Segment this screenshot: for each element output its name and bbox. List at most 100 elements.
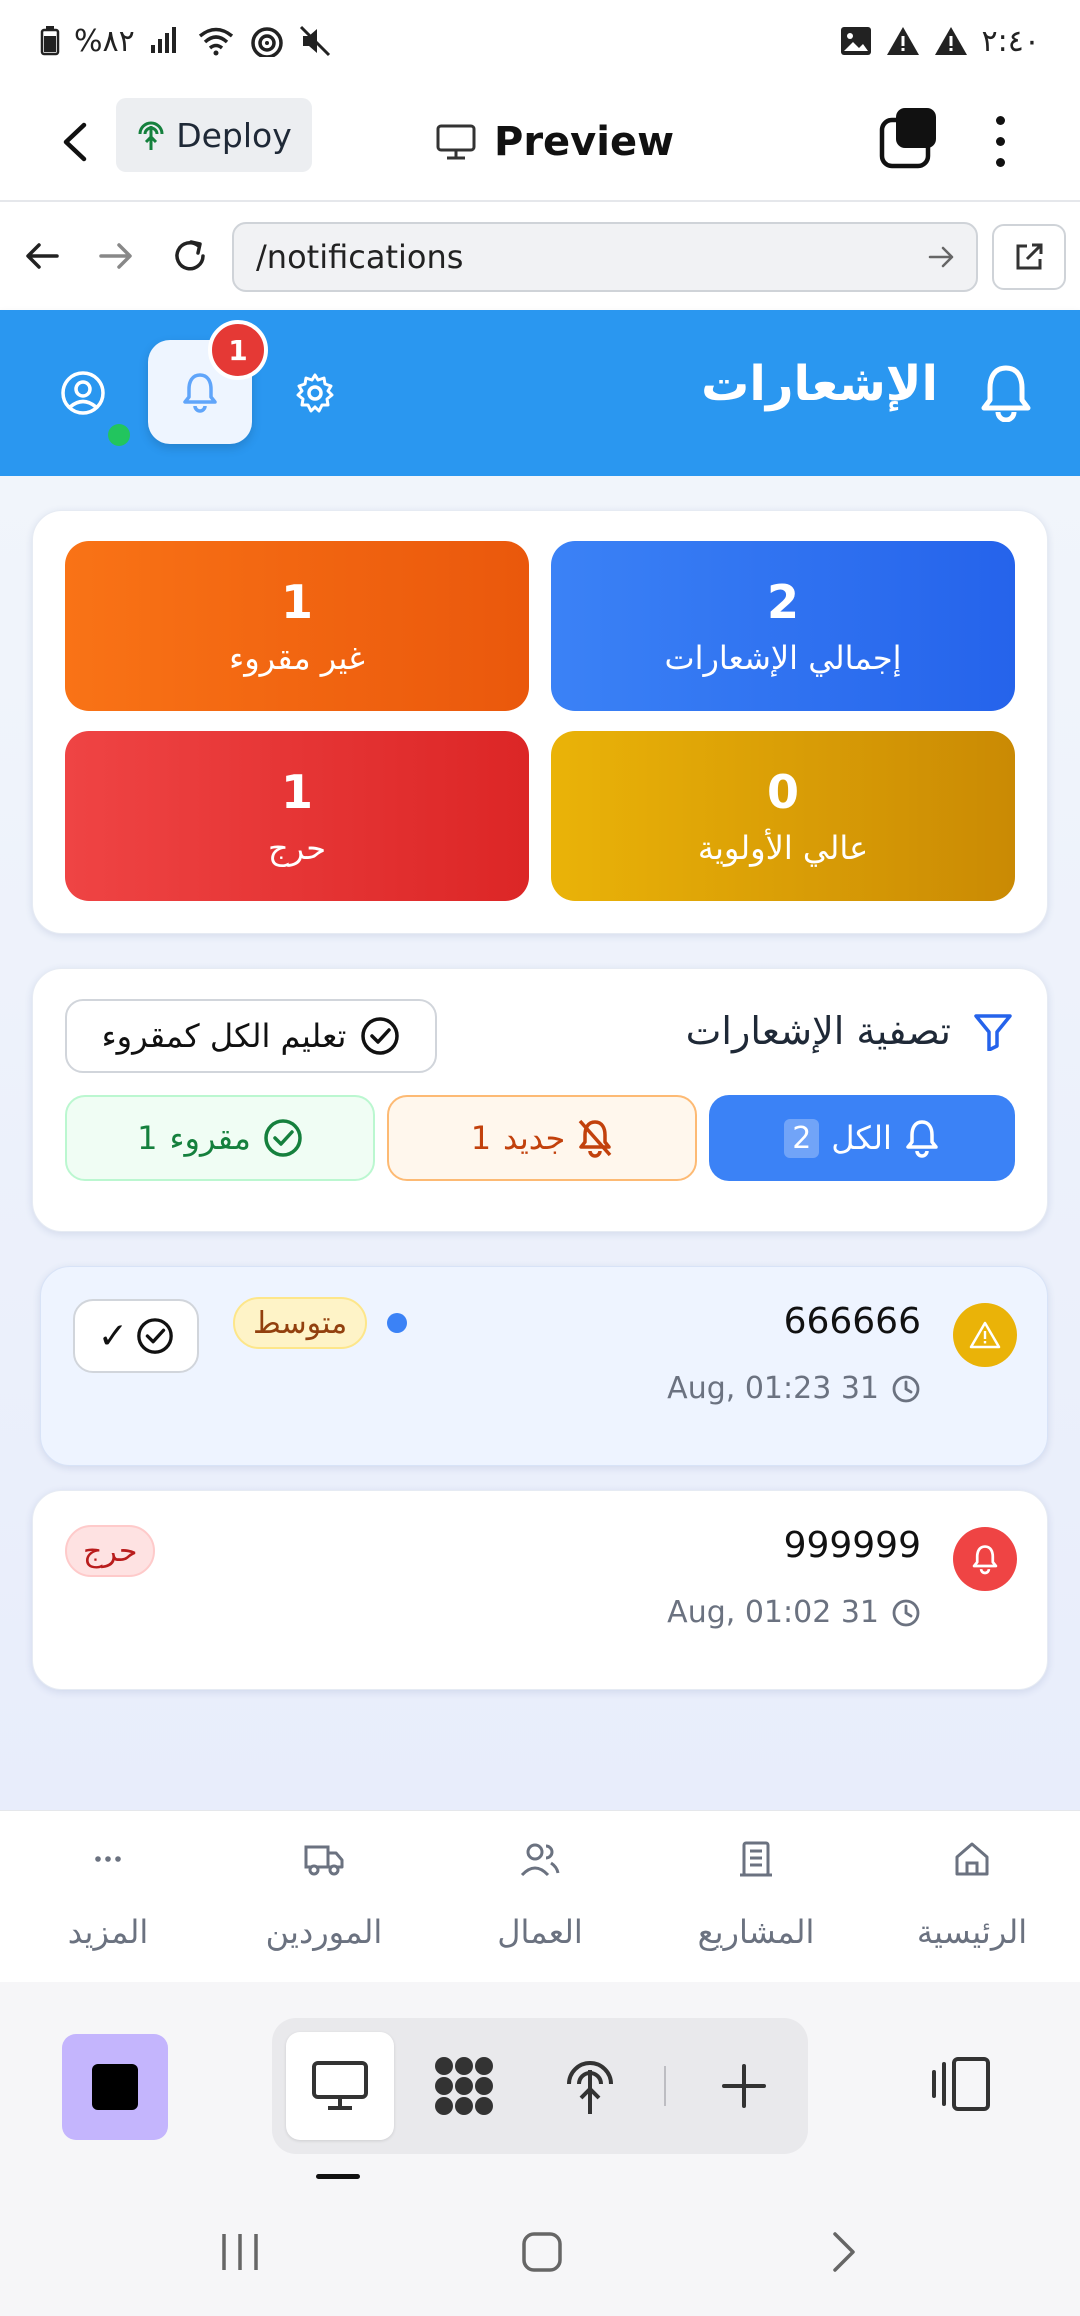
check-circle-icon: [361, 1017, 400, 1055]
battery-icon: [40, 26, 60, 56]
building-icon: [740, 1841, 772, 1877]
reload-icon: [175, 240, 205, 271]
truck-icon: [304, 1845, 344, 1876]
go-arrow-icon[interactable]: [928, 242, 956, 280]
online-status-dot: [108, 424, 130, 446]
filter-chip-read[interactable]: مقروء 1: [65, 1095, 375, 1181]
filter-title: تصفية الإشعارات: [685, 1009, 951, 1053]
check-circle-icon: [264, 1119, 302, 1157]
notification-item[interactable]: 999999 Aug, 01:02 31 حرج: [32, 1490, 1048, 1690]
nav-label: المزيد: [67, 1913, 149, 1951]
bell-icon: [906, 1120, 938, 1158]
deploy-button[interactable]: Deploy: [116, 98, 312, 172]
filter-chip-new[interactable]: جديد 1: [387, 1095, 697, 1181]
time-text: Aug, 01:23 31: [667, 1371, 879, 1406]
back-button[interactable]: [50, 110, 100, 174]
nav-workers[interactable]: العمال: [432, 1811, 648, 1983]
signal-icon: [149, 27, 183, 55]
stat-high-priority: 0 عالي الأولوية: [551, 731, 1015, 901]
home-button[interactable]: [512, 2222, 572, 2282]
chevron-right-icon: [833, 2232, 855, 2272]
tool-divider: [664, 2066, 666, 2106]
notification-title: 666666: [783, 1301, 921, 1342]
dot-icon: [995, 115, 1005, 125]
stat-value: 1: [280, 765, 313, 819]
preview-tab[interactable]: Preview: [436, 106, 674, 178]
app-bar: Deploy Preview: [0, 82, 1080, 202]
profile-button[interactable]: [60, 370, 106, 416]
bell-icon: [183, 373, 217, 413]
open-external-button[interactable]: [992, 224, 1066, 290]
status-bar: %٨٢ ٢:٤٠: [0, 0, 1080, 82]
grid-icon: [435, 2057, 493, 2115]
users-icon: [520, 1843, 560, 1877]
notification-time: Aug, 01:23 31: [667, 1371, 921, 1406]
battery-level: %٨٢: [74, 23, 135, 59]
tabs-button[interactable]: [878, 106, 938, 170]
chip-label: الكل: [831, 1119, 892, 1157]
chevron-left-icon: [63, 122, 87, 162]
nav-more[interactable]: المزيد: [0, 1811, 216, 1983]
priority-badge: متوسط: [233, 1297, 368, 1349]
panel-toggle-button[interactable]: [930, 2056, 994, 2116]
url-input[interactable]: /notifications: [232, 222, 978, 292]
add-tool-button[interactable]: [690, 2032, 798, 2140]
tabs-icon: [879, 108, 936, 169]
browser-bar: /notifications: [0, 204, 1080, 308]
check-glyph: ✓: [97, 1315, 129, 1357]
settings-button[interactable]: [294, 372, 336, 414]
stat-label: حرج: [267, 829, 327, 867]
monitor-icon: [312, 2061, 368, 2110]
stat-label: غير مقروء: [229, 639, 365, 677]
tool-bar: [0, 1982, 1080, 2192]
system-nav: [0, 2192, 1080, 2316]
mark-all-label: تعليم الكل كمقروء: [101, 1017, 347, 1055]
mark-read-button[interactable]: ✓: [73, 1299, 199, 1373]
monitor-icon: [436, 124, 476, 160]
filter-chip-all[interactable]: الكل 2: [709, 1095, 1015, 1181]
hotspot-icon: [249, 25, 285, 57]
wifi-icon: [197, 26, 235, 56]
alert-icon: [934, 26, 968, 56]
nav-home[interactable]: الرئيسية: [864, 1811, 1080, 1983]
stat-critical: 1 حرج: [65, 731, 529, 901]
page-header: الإشعارات 1: [0, 310, 1080, 476]
chip-count: 2: [784, 1118, 820, 1158]
filter-icon: [973, 1013, 1013, 1055]
image-icon: [840, 26, 872, 56]
chip-count: 1: [470, 1119, 492, 1157]
deploy-tool-button[interactable]: [536, 2032, 644, 2140]
nav-suppliers[interactable]: الموردين: [216, 1811, 432, 1983]
mark-all-read-button[interactable]: تعليم الكل كمقروء: [65, 999, 437, 1073]
nav-label: العمال: [497, 1913, 583, 1951]
stats-card: 2 إجمالي الإشعارات 1 غير مقروء 0 عالي ال…: [32, 510, 1048, 934]
stat-value: 2: [766, 575, 799, 629]
preview-tool-button[interactable]: [286, 2032, 394, 2140]
system-back-button[interactable]: [814, 2222, 874, 2282]
stop-icon: [92, 2064, 138, 2110]
stat-value: 1: [280, 575, 313, 629]
more-menu-button[interactable]: [978, 106, 1022, 176]
nav-projects[interactable]: المشاريع: [648, 1811, 864, 1983]
notification-item[interactable]: 666666 Aug, 01:23 31 متوسط ✓: [40, 1266, 1048, 1466]
nav-label: الموردين: [265, 1913, 383, 1951]
preview-label: Preview: [494, 119, 675, 165]
arrow-right-icon: [99, 243, 132, 269]
status-left: %٨٢: [40, 24, 333, 59]
browser-back-button[interactable]: [20, 234, 64, 278]
recents-button[interactable]: [210, 2222, 270, 2282]
reload-button[interactable]: [168, 234, 212, 278]
stop-button[interactable]: [62, 2034, 168, 2140]
dot-icon: [995, 136, 1005, 146]
clock: ٢:٤٠: [981, 23, 1040, 59]
more-dots-icon: [95, 1856, 121, 1862]
external-link-icon: [1016, 243, 1043, 270]
panel-icon: [932, 2057, 990, 2111]
console-tool-button[interactable]: [410, 2032, 518, 2140]
browser-forward-button[interactable]: [94, 234, 138, 278]
filter-card: تصفية الإشعارات تعليم الكل كمقروء الكل 2…: [32, 968, 1048, 1232]
active-indicator: [316, 2174, 360, 2179]
chip-count: 1: [137, 1119, 158, 1157]
stat-label: عالي الأولوية: [697, 829, 869, 867]
stat-label: إجمالي الإشعارات: [664, 639, 902, 677]
